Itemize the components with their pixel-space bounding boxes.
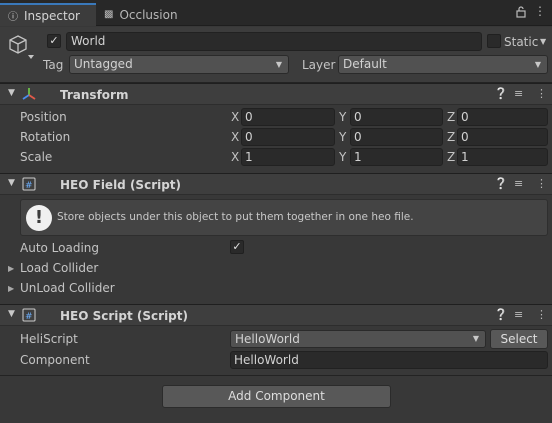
lock-icon[interactable] (516, 6, 526, 21)
rotation-label: Rotation (20, 130, 71, 144)
component-menu-icon[interactable]: ⋮ (536, 177, 547, 190)
gameobject-cube-icon[interactable] (8, 33, 36, 64)
add-component-button[interactable]: Add Component (162, 385, 391, 408)
fold-arrow-icon[interactable]: ▼ (8, 178, 15, 188)
scale-label: Scale (20, 150, 53, 164)
axis-z-label: Z (447, 110, 456, 124)
fold-arrow-right-icon[interactable]: ▶ (8, 284, 14, 293)
auto-loading-label: Auto Loading (20, 241, 100, 255)
component-menu-icon[interactable]: ⋮ (536, 308, 547, 321)
kebab-menu-icon[interactable]: ⋮ (534, 4, 546, 18)
fold-arrow-icon[interactable]: ▼ (8, 309, 15, 319)
preset-sliders-icon[interactable]: ≡ (514, 87, 523, 100)
inspector-tab-bar: ⓘ Inspector ▩ Occlusion ⋮ (0, 0, 552, 26)
tag-label: Tag (43, 58, 64, 72)
axis-x-label: X (231, 150, 240, 164)
tag-dropdown[interactable]: Untagged ▼ (69, 55, 289, 74)
axis-y-label: Y (339, 130, 347, 144)
rotation-y-field[interactable]: 0 (350, 128, 443, 146)
help-message: Store objects under this object to put t… (57, 211, 414, 223)
chevron-down-icon: ▼ (534, 60, 541, 69)
scale-z-field[interactable]: 1 (457, 148, 548, 166)
position-label: Position (20, 110, 67, 124)
fold-arrow-right-icon[interactable]: ▶ (8, 264, 14, 273)
preset-sliders-icon[interactable]: ≡ (514, 177, 523, 190)
rotation-x-field[interactable]: 0 (241, 128, 335, 146)
component-label: Component (20, 353, 90, 367)
tab-inspector-label: Inspector (24, 8, 80, 23)
heliscript-value: HelloWorld (235, 332, 300, 346)
static-checkbox[interactable] (487, 34, 501, 48)
transform-title: Transform (60, 88, 129, 102)
svg-text:#: # (25, 312, 33, 322)
csharp-script-icon: # (22, 177, 36, 191)
tab-occlusion-label: Occlusion (119, 7, 178, 22)
chevron-down-icon: ▼ (472, 334, 479, 343)
position-x-field[interactable]: 0 (241, 108, 335, 126)
help-icon[interactable]: ❔ (494, 87, 508, 100)
scale-x-field[interactable]: 1 (241, 148, 335, 166)
component-menu-icon[interactable]: ⋮ (536, 87, 547, 100)
help-icon[interactable]: ❔ (494, 308, 508, 321)
svg-text:#: # (25, 181, 33, 191)
axis-z-label: Z (447, 130, 456, 144)
occlusion-icon: ▩ (104, 9, 114, 20)
static-label: Static (504, 35, 539, 49)
position-y-field[interactable]: 0 (350, 108, 443, 126)
heliscript-label: HeliScript (20, 332, 78, 346)
load-collider-foldout[interactable]: Load Collider (20, 261, 98, 275)
info-icon: ⓘ (8, 12, 18, 23)
scale-y-field[interactable]: 1 (350, 148, 443, 166)
layer-label: Layer (302, 58, 336, 72)
active-checkbox[interactable]: ✓ (47, 34, 61, 48)
layer-dropdown[interactable]: Default ▼ (338, 55, 548, 74)
object-name-input[interactable]: World (66, 32, 482, 51)
static-dropdown-arrow-icon[interactable]: ▼ (540, 37, 546, 46)
auto-loading-checkbox[interactable]: ✓ (230, 240, 244, 254)
component-field[interactable]: HelloWorld (230, 351, 548, 369)
heo-field-header[interactable]: ▼ # HEO Field (Script) ❔ ≡ ⋮ (0, 173, 552, 195)
axis-y-label: Y (339, 150, 347, 164)
chevron-down-icon: ▼ (275, 60, 282, 69)
transform-header[interactable]: ▼ Transform ❔ ≡ ⋮ (0, 83, 552, 105)
layer-value: Default (343, 57, 387, 71)
axis-x-label: X (231, 110, 240, 124)
heo-field-title: HEO Field (Script) (60, 178, 182, 192)
axis-x-label: X (231, 130, 240, 144)
heo-script-header[interactable]: ▼ # HEO Script (Script) ❔ ≡ ⋮ (0, 304, 552, 326)
divider (0, 375, 552, 376)
tab-inspector[interactable]: ⓘ Inspector (0, 3, 96, 26)
unload-collider-foldout[interactable]: UnLoad Collider (20, 281, 115, 295)
preset-sliders-icon[interactable]: ≡ (514, 308, 523, 321)
position-z-field[interactable]: 0 (457, 108, 548, 126)
axis-y-label: Y (339, 110, 347, 124)
select-button[interactable]: Select (490, 329, 548, 349)
help-icon[interactable]: ❔ (494, 177, 508, 190)
tag-value: Untagged (74, 57, 133, 71)
rotation-z-field[interactable]: 0 (457, 128, 548, 146)
heo-script-title: HEO Script (Script) (60, 309, 188, 323)
fold-arrow-icon[interactable]: ▼ (8, 88, 15, 98)
tab-occlusion[interactable]: ▩ Occlusion (100, 3, 178, 26)
transform-axes-icon (22, 87, 36, 101)
help-box: ! Store objects under this object to put… (20, 199, 548, 236)
exclamation-icon: ! (26, 205, 52, 231)
object-header: ✓ World Static ▼ Tag Untagged ▼ Layer De… (0, 27, 552, 83)
heliscript-dropdown[interactable]: HelloWorld ▼ (230, 330, 486, 348)
csharp-script-icon: # (22, 308, 36, 322)
axis-z-label: Z (447, 150, 456, 164)
